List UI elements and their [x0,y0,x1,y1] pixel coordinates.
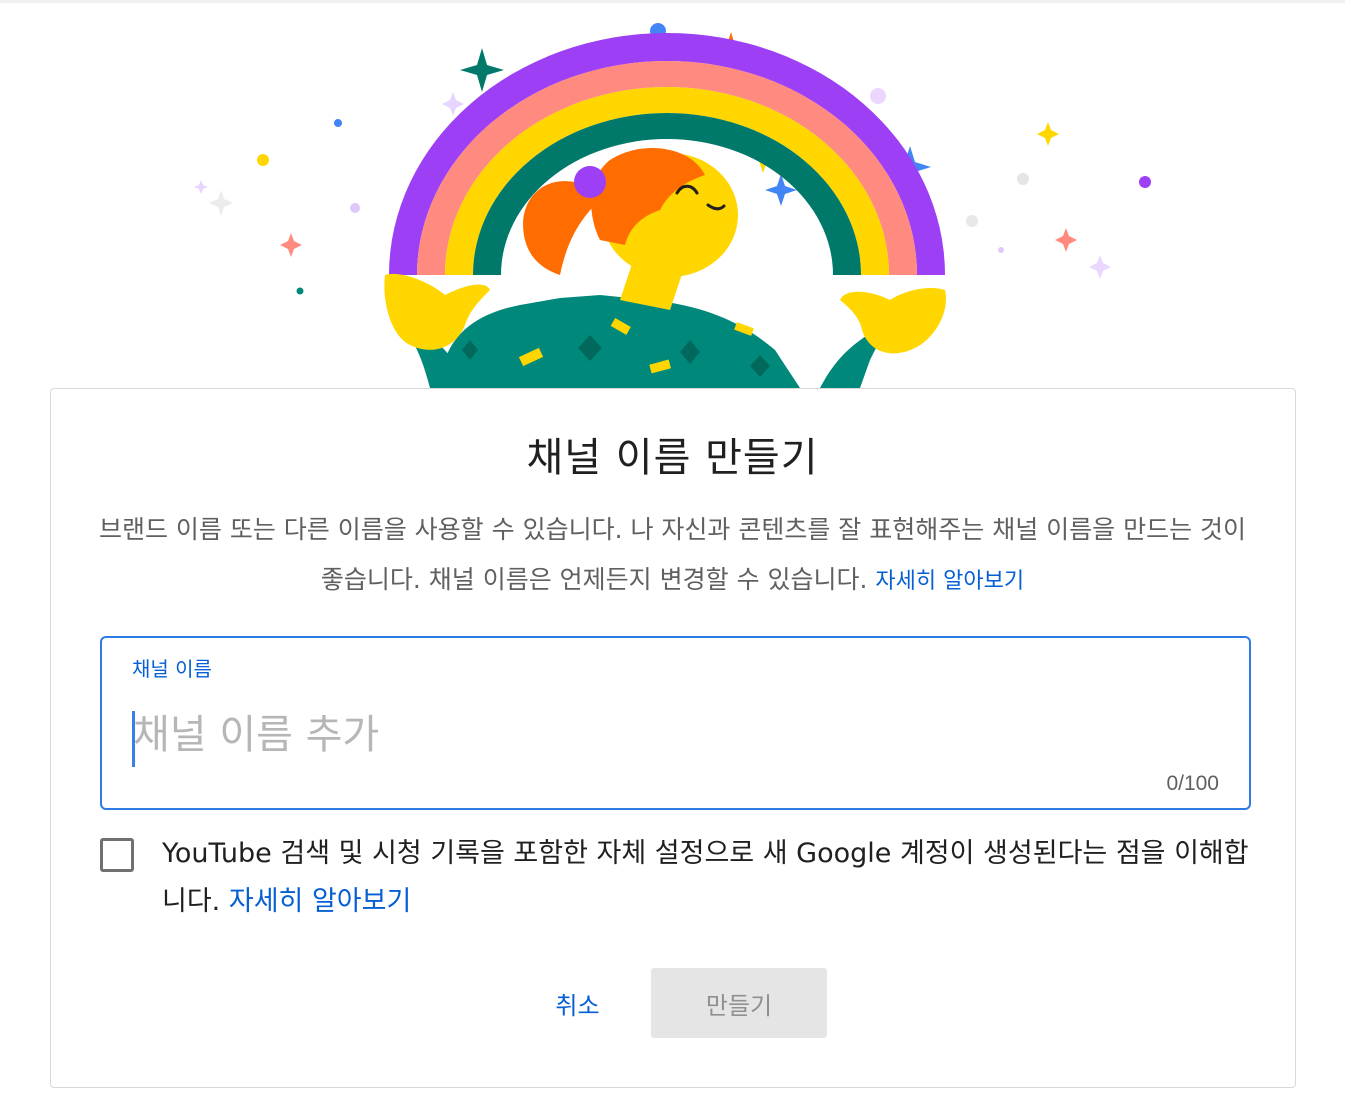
character-counter: 0/100 [1166,772,1219,795]
create-channel-page: 채널 이름 만들기 브랜드 이름 또는 다른 이름을 사용할 수 있습니다. 나… [0,0,1345,1108]
description-text: 브랜드 이름 또는 다른 이름을 사용할 수 있습니다. 나 자신과 콘텐츠를 … [98,515,1247,594]
consent-text: YouTube 검색 및 시청 기록을 포함한 자체 설정으로 새 Google… [162,830,1252,926]
cancel-button[interactable]: 취소 [530,968,625,1038]
top-divider [0,0,1345,3]
channel-name-input[interactable] [133,706,1213,764]
dialog-description: 브랜드 이름 또는 다른 이름을 사용할 수 있습니다. 나 자신과 콘텐츠를 … [90,505,1255,607]
dialog-title: 채널 이름 만들기 [526,435,819,481]
text-cursor [132,711,135,767]
create-button[interactable]: 만들기 [651,968,827,1038]
consent-checkbox[interactable] [100,838,134,872]
rainbow-person-illustration [194,23,1151,388]
learn-more-link[interactable]: 자세히 알아보기 [875,569,1024,594]
channel-name-label: 채널 이름 [132,657,212,681]
consent-learn-more-link[interactable]: 자세히 알아보기 [229,886,411,917]
